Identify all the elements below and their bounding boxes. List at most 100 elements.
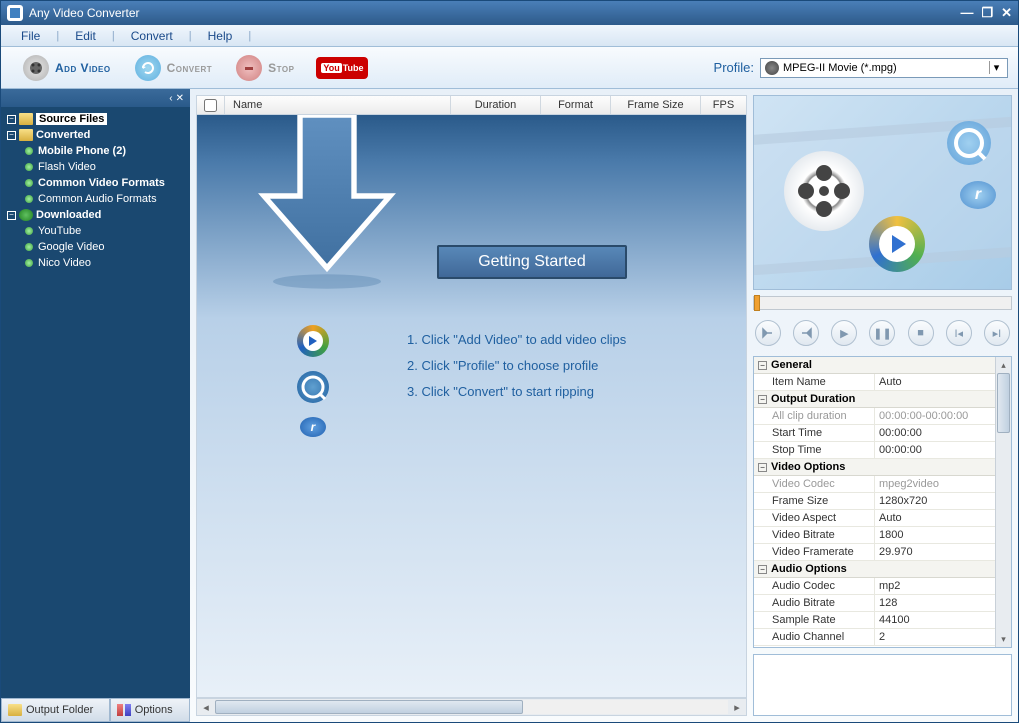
section-output-duration[interactable]: −Output Duration bbox=[754, 391, 1011, 408]
scroll-left-icon[interactable]: ◂ bbox=[197, 701, 215, 714]
globe-icon bbox=[19, 209, 33, 221]
seek-bar[interactable] bbox=[753, 296, 1012, 310]
close-button[interactable]: ✕ bbox=[1001, 5, 1012, 21]
preview-area: r bbox=[753, 95, 1012, 290]
column-checkbox[interactable] bbox=[197, 96, 225, 114]
tree-item[interactable]: YouTube bbox=[38, 225, 81, 237]
tree-item[interactable]: Flash Video bbox=[38, 161, 96, 173]
expand-icon[interactable]: − bbox=[7, 115, 16, 124]
scroll-down-icon[interactable]: ▾ bbox=[996, 631, 1011, 647]
menu-file[interactable]: File bbox=[11, 27, 50, 45]
vertical-scrollbar[interactable]: ▴ ▾ bbox=[995, 357, 1011, 647]
prop-row[interactable]: Start Time00:00:00 bbox=[754, 425, 1011, 442]
tree-downloaded[interactable]: Downloaded bbox=[36, 209, 101, 221]
expand-icon[interactable]: − bbox=[7, 211, 16, 220]
collapse-icon[interactable]: − bbox=[758, 463, 767, 472]
prop-row[interactable]: Frame Size1280x720 bbox=[754, 493, 1011, 510]
pause-button[interactable]: ❚❚ bbox=[869, 320, 895, 346]
prop-row[interactable]: Video AspectAuto bbox=[754, 510, 1011, 527]
column-fps[interactable]: FPS bbox=[701, 96, 746, 114]
options-button[interactable]: Options bbox=[110, 698, 190, 722]
tree-item[interactable]: Common Audio Formats bbox=[38, 193, 157, 205]
prop-row[interactable]: Stop Time00:00:00 bbox=[754, 442, 1011, 459]
file-list-header: Name Duration Format Frame Size FPS bbox=[196, 95, 747, 115]
prop-row[interactable]: Item NameAuto bbox=[754, 374, 1011, 391]
tree-item[interactable]: Google Video bbox=[38, 241, 104, 253]
output-folder-button[interactable]: Output Folder bbox=[1, 698, 110, 722]
seek-position[interactable] bbox=[754, 295, 760, 311]
add-video-icon bbox=[23, 55, 49, 81]
collapse-icon[interactable]: − bbox=[758, 565, 767, 574]
section-general[interactable]: −General bbox=[754, 357, 1011, 374]
stop-playback-button[interactable]: ■ bbox=[908, 320, 934, 346]
column-duration[interactable]: Duration bbox=[451, 96, 541, 114]
window-title: Any Video Converter bbox=[29, 6, 960, 20]
bullet-icon bbox=[25, 259, 33, 267]
prop-row[interactable]: All clip duration00:00:00-00:00:00 bbox=[754, 408, 1011, 425]
scroll-up-icon[interactable]: ▴ bbox=[996, 357, 1011, 373]
prop-row[interactable]: Video Codecmpeg2video bbox=[754, 476, 1011, 493]
main-area: Name Duration Format Frame Size FPS Gett… bbox=[190, 89, 753, 722]
mark-in-button[interactable] bbox=[755, 320, 781, 346]
prev-button[interactable]: I◂ bbox=[946, 320, 972, 346]
menu-edit[interactable]: Edit bbox=[65, 27, 106, 45]
add-video-button[interactable]: Add Video bbox=[11, 51, 123, 85]
bullet-icon bbox=[25, 243, 33, 251]
scroll-thumb[interactable] bbox=[997, 373, 1010, 433]
column-format[interactable]: Format bbox=[541, 96, 611, 114]
youtube-button[interactable]: YouTube bbox=[316, 57, 368, 79]
prop-row[interactable]: Audio Bitrate128 bbox=[754, 595, 1011, 612]
scroll-right-icon[interactable]: ▸ bbox=[728, 701, 746, 714]
welcome-panel: Getting Started r 1. Click "Add Video" t… bbox=[196, 115, 747, 698]
tree-source-files[interactable]: Source Files bbox=[36, 113, 107, 125]
tree-item[interactable]: Mobile Phone (2) bbox=[38, 145, 126, 157]
next-button[interactable]: ▸I bbox=[984, 320, 1010, 346]
options-icon bbox=[125, 704, 131, 716]
collapse-icon[interactable]: − bbox=[758, 361, 767, 370]
menubar: File| Edit| Convert| Help| bbox=[1, 25, 1018, 47]
menu-help[interactable]: Help bbox=[198, 27, 243, 45]
minimize-button[interactable]: — bbox=[960, 5, 973, 21]
getting-started-button[interactable]: Getting Started bbox=[437, 245, 627, 279]
notes-area[interactable] bbox=[753, 654, 1012, 716]
dropdown-icon: ▾ bbox=[989, 61, 1003, 74]
expand-icon[interactable]: − bbox=[7, 131, 16, 140]
maximize-button[interactable]: ❐ bbox=[981, 5, 993, 21]
prop-row[interactable]: Video Bitrate1800 bbox=[754, 527, 1011, 544]
app-icon bbox=[7, 5, 23, 21]
prop-row[interactable]: Audio Codecmp2 bbox=[754, 578, 1011, 595]
tree-item[interactable]: Nico Video bbox=[38, 257, 91, 269]
sidebar-collapse-icon[interactable]: ‹ bbox=[169, 93, 172, 104]
reel-icon bbox=[784, 151, 864, 231]
options-icon bbox=[117, 704, 123, 716]
sidebar: ‹ ✕ − Source Files − Converted Mobile Phon… bbox=[1, 89, 190, 722]
profile-select[interactable]: MPEG-II Movie (*.mpg) ▾ bbox=[760, 58, 1008, 78]
mark-out-button[interactable] bbox=[793, 320, 819, 346]
tree-converted[interactable]: Converted bbox=[36, 129, 90, 141]
section-video-options[interactable]: −Video Options bbox=[754, 459, 1011, 476]
prop-row[interactable]: Video Framerate29.970 bbox=[754, 544, 1011, 561]
prop-row[interactable]: Audio Channel2 bbox=[754, 629, 1011, 646]
select-all-checkbox[interactable] bbox=[204, 99, 217, 112]
folder-icon bbox=[19, 113, 33, 125]
realplayer-icon: r bbox=[300, 417, 326, 437]
convert-button[interactable]: Convert bbox=[123, 51, 225, 85]
collapse-icon[interactable]: − bbox=[758, 395, 767, 404]
section-audio-options[interactable]: −Audio Options bbox=[754, 561, 1011, 578]
tree-item[interactable]: Common Video Formats bbox=[38, 177, 165, 189]
stop-button[interactable]: Stop bbox=[224, 51, 306, 85]
column-name[interactable]: Name bbox=[225, 96, 451, 114]
convert-icon bbox=[135, 55, 161, 81]
titlebar[interactable]: Any Video Converter — ❐ ✕ bbox=[1, 1, 1018, 25]
play-button[interactable]: ▶ bbox=[831, 320, 857, 346]
menu-convert[interactable]: Convert bbox=[121, 27, 183, 45]
steps-text: 1. Click "Add Video" to add video clips … bbox=[407, 327, 626, 405]
sidebar-close-icon[interactable]: ✕ bbox=[176, 93, 184, 104]
prop-row[interactable]: Sample Rate44100 bbox=[754, 612, 1011, 629]
properties-panel: −General Item NameAuto −Output Duration … bbox=[753, 356, 1012, 648]
bullet-icon bbox=[25, 195, 33, 203]
folder-icon bbox=[19, 129, 33, 141]
scroll-thumb[interactable] bbox=[215, 700, 523, 714]
horizontal-scrollbar[interactable]: ◂ ▸ bbox=[196, 698, 747, 716]
column-framesize[interactable]: Frame Size bbox=[611, 96, 701, 114]
